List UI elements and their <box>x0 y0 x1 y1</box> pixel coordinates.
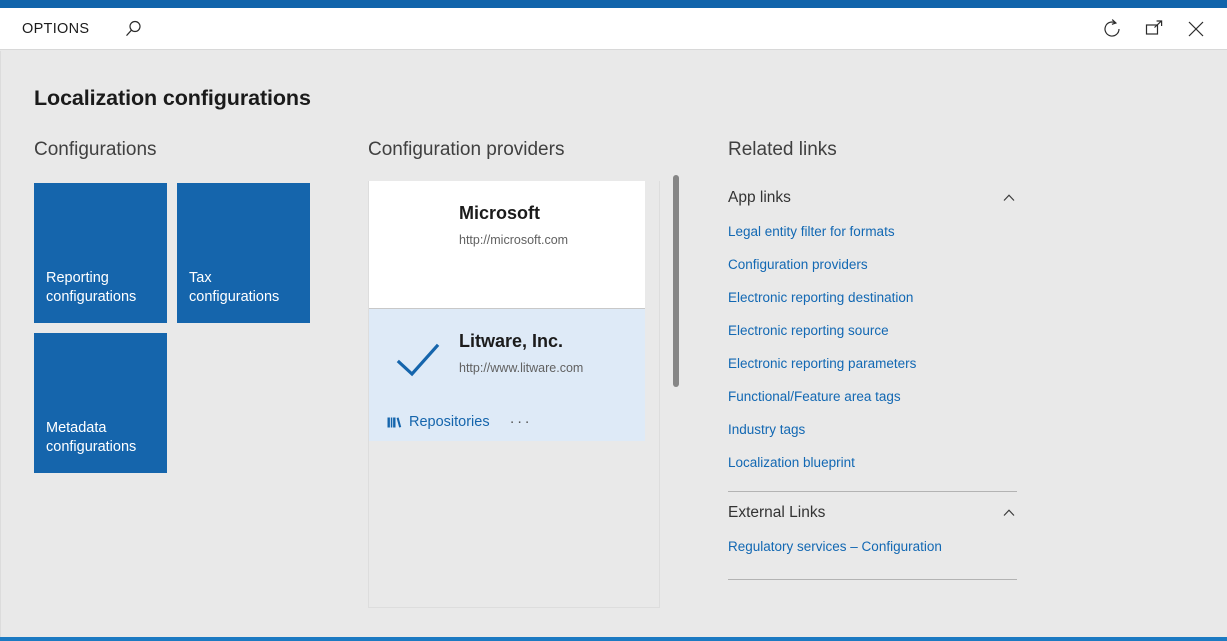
tile-metadata-configurations[interactable]: Metadata configurations <box>34 333 167 473</box>
top-accent-bar <box>0 0 1227 8</box>
provider-url: http://microsoft.com <box>459 233 569 247</box>
repositories-icon <box>387 415 402 429</box>
refresh-button[interactable] <box>1091 9 1133 49</box>
provider-url: http://www.litware.com <box>459 361 584 375</box>
popout-window-icon <box>1145 19 1163 35</box>
close-icon <box>1188 21 1204 36</box>
related-links-heading: Related links <box>728 139 837 160</box>
repositories-label: Repositories <box>409 413 490 430</box>
tile-label: Reporting configurations <box>46 270 137 305</box>
provider-name: Litware, Inc. <box>459 331 564 351</box>
related-links-group-external-links[interactable]: External Links <box>728 496 1017 530</box>
configuration-providers-heading: Configuration providers <box>368 139 565 160</box>
tile-label: Tax configurations <box>189 270 280 305</box>
related-link-electronic-reporting-parameters[interactable]: Electronic reporting parameters <box>728 347 1017 380</box>
refresh-icon <box>1104 18 1120 37</box>
providers-scrollbar-thumb[interactable] <box>673 175 679 387</box>
provider-name: Microsoft <box>459 203 540 223</box>
configurations-heading: Configurations <box>34 139 157 160</box>
related-link-industry-tags[interactable]: Industry tags <box>728 413 1017 446</box>
group-title: External Links <box>728 504 826 521</box>
page-body: Localization configurations Configuratio… <box>0 51 1227 637</box>
related-link-legal-entity-filter-for-formats[interactable]: Legal entity filter for formats <box>728 215 1017 248</box>
options-button[interactable]: OPTIONS <box>14 17 97 41</box>
links-divider <box>728 491 1017 492</box>
command-bar-left: OPTIONS <box>0 14 149 44</box>
tile-tax-configurations[interactable]: Tax configurations <box>177 183 310 323</box>
chevron-up-icon <box>1003 194 1015 201</box>
search-icon <box>126 20 141 36</box>
related-link-functional-feature-area-tags[interactable]: Functional/Feature area tags <box>728 380 1017 413</box>
chevron-up-icon <box>1003 509 1015 516</box>
page-title: Localization configurations <box>34 86 311 110</box>
window-controls <box>1091 9 1227 49</box>
provider-card-microsoft[interactable]: Microsoft http://microsoft.com <box>369 181 645 308</box>
configuration-providers-panel: Microsoft http://microsoft.com Litware, … <box>368 181 660 608</box>
links-divider-bottom <box>728 579 1017 580</box>
bottom-accent-bar <box>0 637 1227 641</box>
popout-window-button[interactable] <box>1133 9 1175 49</box>
tile-label: Metadata configurations <box>46 420 137 455</box>
related-link-regulatory-services-configuration[interactable]: Regulatory services – Configuration <box>728 530 1017 563</box>
providers-scrollbar[interactable] <box>671 172 681 641</box>
repositories-link[interactable]: Repositories <box>387 414 490 430</box>
group-title: App links <box>728 189 791 206</box>
related-link-configuration-providers[interactable]: Configuration providers <box>728 248 1017 281</box>
command-bar: OPTIONS <box>0 8 1227 50</box>
provider-card-actions: Repositories ··· <box>387 413 532 430</box>
related-link-localization-blueprint[interactable]: Localization blueprint <box>728 446 1017 479</box>
provider-card-litware[interactable]: Litware, Inc. http://www.litware.com Rep… <box>369 308 645 441</box>
related-links-panel: App links Legal entity filter for format… <box>728 181 1017 580</box>
search-button[interactable] <box>119 14 149 44</box>
provider-more-options-button[interactable]: ··· <box>510 413 533 430</box>
tile-reporting-configurations[interactable]: Reporting configurations <box>34 183 167 323</box>
close-button[interactable] <box>1175 9 1217 49</box>
related-link-electronic-reporting-destination[interactable]: Electronic reporting destination <box>728 281 1017 314</box>
related-links-group-app-links[interactable]: App links <box>728 181 1017 215</box>
application-window: OPTIONS Localization configurations Conf… <box>0 0 1227 641</box>
related-link-electronic-reporting-source[interactable]: Electronic reporting source <box>728 314 1017 347</box>
checkmark-icon <box>396 343 440 377</box>
